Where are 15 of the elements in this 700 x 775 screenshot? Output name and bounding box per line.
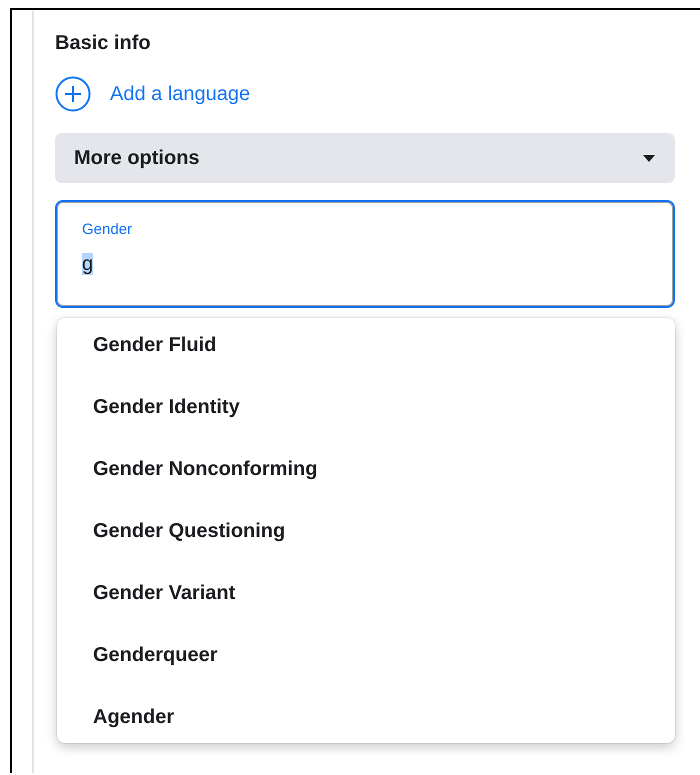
add-icon <box>55 76 91 112</box>
menu-option[interactable]: Gender Identity <box>93 394 240 420</box>
section-title: Basic info <box>55 31 152 56</box>
add-language-link[interactable]: Add a language <box>55 76 250 112</box>
menu-option[interactable]: Gender Fluid <box>93 332 216 358</box>
field-label: Gender <box>82 220 132 240</box>
menu-option[interactable]: Gender Nonconforming <box>93 456 318 482</box>
caret-icon <box>643 154 655 162</box>
menu-option[interactable]: Gender Variant <box>93 580 236 606</box>
gender-field[interactable]: Gender g <box>55 200 675 308</box>
menu-option[interactable]: Agender <box>93 704 174 730</box>
menu-option[interactable]: Gender Questioning <box>93 518 286 544</box>
menu-option[interactable]: Genderqueer <box>93 642 218 668</box>
field-value: g <box>82 253 94 275</box>
more-options-button[interactable]: More options <box>55 133 675 183</box>
